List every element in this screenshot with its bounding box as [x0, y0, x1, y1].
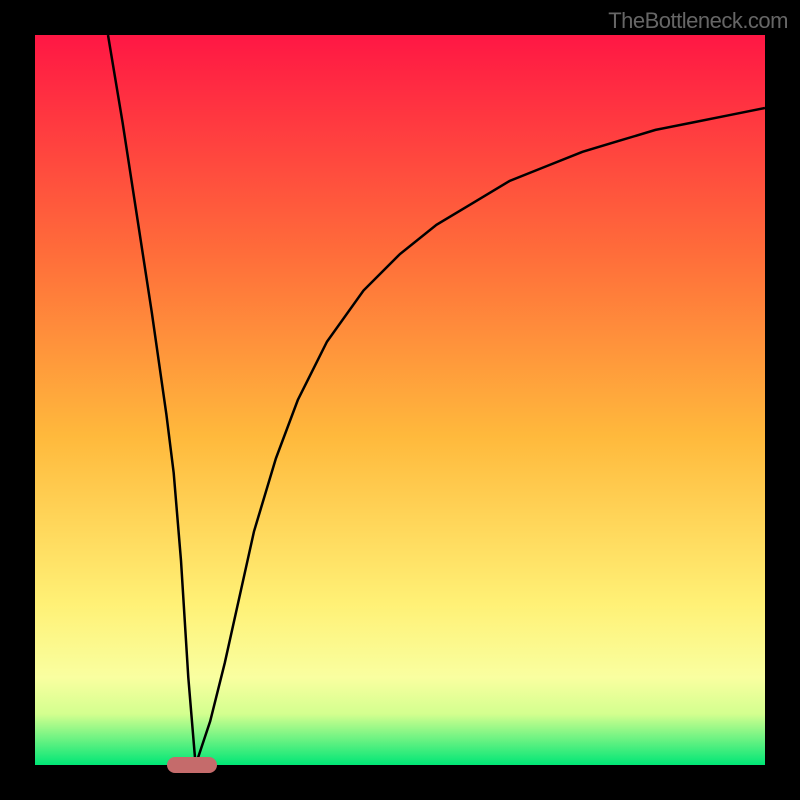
chart-background	[35, 35, 765, 765]
minimum-marker	[167, 757, 217, 773]
chart-svg	[35, 35, 765, 765]
chart-plot-area	[35, 35, 765, 765]
watermark-text: TheBottleneck.com	[608, 8, 788, 34]
